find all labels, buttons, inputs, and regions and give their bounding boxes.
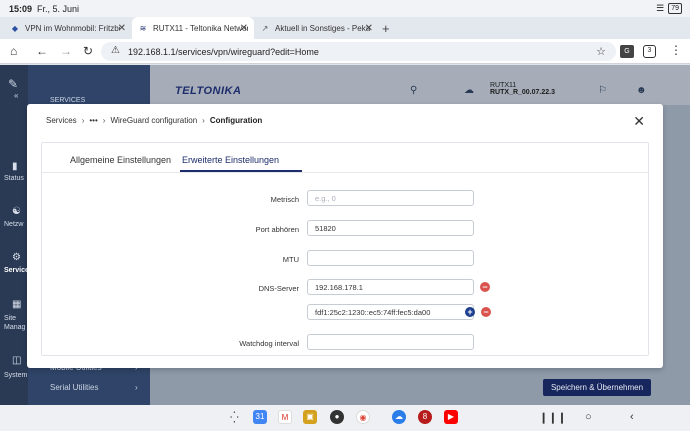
back-icon[interactable]: ←	[36, 44, 48, 58]
tab-aktuell-sonstiges[interactable]: ↗ Aktuell in Sonstiges - Pekaw ✕	[254, 17, 379, 39]
tab-advanced-settings[interactable]: Erweiterte Einstellungen	[182, 155, 279, 165]
site-manager-icon[interactable]: ▦	[12, 299, 21, 310]
new-tab-icon[interactable]: +	[382, 21, 390, 36]
edit-icon[interactable]: ✎	[8, 77, 18, 91]
remove-dns-icon[interactable]: −	[480, 282, 490, 292]
app-drawer-icon[interactable]: ⁛	[230, 411, 239, 424]
metric-label: Metrisch	[270, 195, 299, 204]
clock: 15:09	[9, 4, 33, 14]
menu-serial-utilities[interactable]: Serial Utilities	[50, 383, 98, 392]
breadcrumb: Services › ••• › WireGuard configuration…	[46, 116, 262, 125]
mtu-label: MTU	[282, 255, 299, 264]
collapse-icon[interactable]: «	[14, 91, 18, 100]
system-icon[interactable]: ◫	[12, 355, 21, 366]
home-button-icon[interactable]: ○	[585, 411, 592, 423]
chevron-right-icon: ›	[135, 383, 138, 392]
breadcrumb-ellipsis[interactable]: •••	[89, 116, 97, 125]
museum-icon[interactable]: ▣	[303, 410, 317, 424]
bell-icon[interactable]: ⚐	[598, 85, 607, 96]
chevron-right-icon: ›	[202, 116, 205, 125]
tab-vpn-wohnmobil[interactable]: ◆ VPN im Wohnmobil: Fritzbox ✕	[4, 17, 132, 39]
device-info: RUTX11 RUTX_R_00.07.22.3	[490, 82, 555, 96]
battery-icon: 79	[668, 3, 682, 14]
android-taskbar: ⁛ 31 M ▣ ● ◉ ☁ 8 ▶ ❙❙❙ ○ ‹	[0, 405, 690, 431]
app-icon[interactable]: 8	[418, 410, 432, 424]
more-menu-icon[interactable]: ⋮	[670, 43, 682, 57]
sidebar-item-system[interactable]: System	[4, 372, 27, 379]
watchdog-label: Watchdog interval	[239, 339, 299, 348]
close-tab-icon[interactable]: ✕	[118, 23, 126, 34]
status-icon[interactable]: ▮	[12, 161, 18, 172]
dns-server-label: DNS-Server	[258, 284, 299, 293]
gear-icon[interactable]: ⚙	[12, 252, 21, 263]
tab-switcher-button[interactable]: 3	[643, 45, 656, 58]
tab-divider	[42, 172, 648, 173]
translate-icon[interactable]: G	[620, 45, 634, 58]
date: Fr., 5. Juni	[37, 4, 80, 14]
camera-icon[interactable]: ●	[330, 410, 344, 424]
sidebar-rail	[0, 65, 28, 405]
cloud-drive-icon[interactable]: ☁	[392, 410, 406, 424]
globe-icon[interactable]: ☯	[12, 206, 21, 217]
user-icon[interactable]: ☻	[636, 85, 647, 96]
bookmark-star-icon[interactable]: ☆	[596, 45, 606, 58]
search-icon[interactable]: ⚲	[410, 85, 417, 96]
android-status-bar: 15:09 Fr., 5. Juni ☰ 79	[0, 0, 690, 17]
forum-icon: ↗	[261, 23, 269, 33]
not-secure-icon[interactable]: ⚠	[111, 45, 120, 56]
tab-rutx11[interactable]: ≋ RUTX11 - Teltonika Networks ✕	[132, 17, 254, 39]
dns-server-input-2[interactable]	[307, 304, 474, 320]
recents-icon[interactable]: ❙❙❙	[539, 411, 567, 424]
sidebar-header: SERVICES	[50, 97, 86, 104]
save-apply-button[interactable]: Speichern & Übernehmen	[543, 379, 651, 396]
listen-port-label: Port abhören	[255, 225, 299, 234]
chrome-icon[interactable]: ◉	[356, 410, 370, 424]
close-icon[interactable]: ✕	[633, 113, 645, 130]
fritz-icon: ◆	[11, 23, 19, 33]
sidebar-item-network[interactable]: Netzw	[4, 221, 23, 228]
sidebar-item-status[interactable]: Status	[4, 175, 24, 182]
calendar-icon[interactable]: 31	[253, 410, 267, 424]
url-text[interactable]: 192.168.1.1/services/vpn/wireguard?edit=…	[128, 47, 319, 57]
gmail-icon[interactable]: M	[278, 410, 292, 424]
tab-strip: ◆ VPN im Wohnmobil: Fritzbox ✕ ≋ RUTX11 …	[0, 17, 690, 39]
status-icons: ☰ 79	[656, 3, 682, 14]
teltonika-icon: ≋	[139, 23, 147, 33]
youtube-icon[interactable]: ▶	[444, 410, 458, 424]
close-tab-icon[interactable]: ✕	[240, 23, 248, 34]
forward-icon[interactable]: →	[60, 44, 72, 58]
back-button-icon[interactable]: ‹	[630, 411, 634, 423]
reload-icon[interactable]: ↻	[83, 44, 93, 58]
watchdog-input[interactable]	[307, 334, 474, 350]
mtu-input[interactable]	[307, 250, 474, 266]
listen-port-input[interactable]	[307, 220, 474, 236]
configuration-modal: Services › ••• › WireGuard configuration…	[27, 104, 663, 368]
teltonika-logo: TELTONIKA	[175, 85, 242, 97]
chevron-right-icon: ›	[102, 116, 106, 125]
browser-toolbar: ⌂ ← → ↻ ⚠ 192.168.1.1/services/vpn/wireg…	[0, 39, 690, 64]
wifi-icon: ☰	[656, 3, 665, 13]
settings-card: Allgemeine Einstellungen Erweiterte Eins…	[41, 142, 649, 356]
sidebar-item-services[interactable]: Service	[4, 267, 29, 274]
dns-server-input-1[interactable]	[307, 279, 474, 295]
metric-input[interactable]	[307, 190, 474, 206]
breadcrumb-services[interactable]: Services	[46, 116, 77, 125]
breadcrumb-wireguard[interactable]: WireGuard configuration	[110, 116, 197, 125]
address-bar[interactable]: ⚠ 192.168.1.1/services/vpn/wireguard?edi…	[101, 42, 616, 61]
close-tab-icon[interactable]: ✕	[365, 23, 373, 34]
remove-dns-icon[interactable]: −	[481, 307, 491, 317]
cloud-icon[interactable]: ☁	[464, 85, 474, 96]
home-icon[interactable]: ⌂	[10, 44, 17, 58]
chevron-right-icon: ›	[81, 116, 85, 125]
breadcrumb-current: Configuration	[209, 116, 263, 125]
tab-general-settings[interactable]: Allgemeine Einstellungen	[70, 155, 171, 165]
add-dns-icon[interactable]: +	[465, 307, 475, 317]
